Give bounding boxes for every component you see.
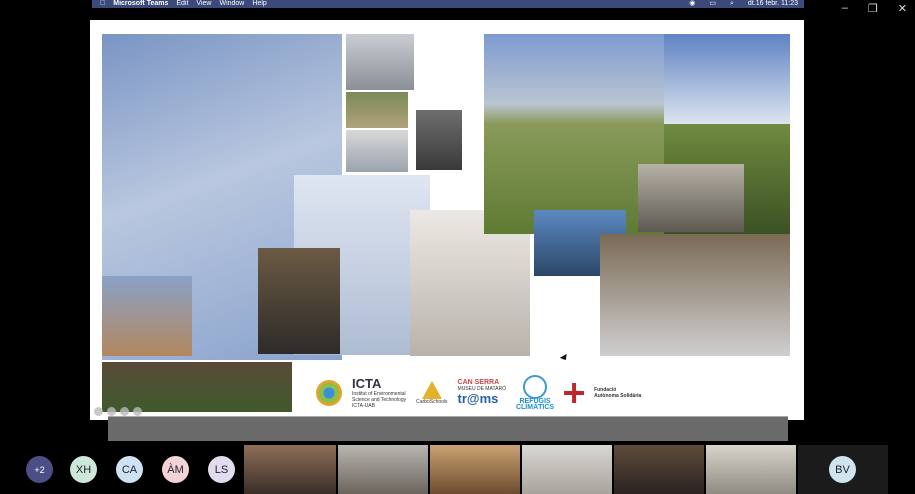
participant-avatar[interactable]: BV bbox=[829, 456, 856, 483]
icta-logo-icon bbox=[316, 380, 342, 406]
fundacio-logo: Fundació Autònoma Solidària bbox=[594, 387, 642, 399]
slide-dot-icon[interactable] bbox=[107, 407, 116, 416]
menubar-clock[interactable]: dt.16 febr. 11:23 bbox=[748, 0, 798, 8]
can-serra-logo: CAN SERRA MUSEU DE MATARÓ tr@ms bbox=[457, 379, 506, 406]
mac-menubar:  Microsoft Teams Edit View Window Help … bbox=[92, 0, 804, 8]
window-controls: – ❐ ✕ bbox=[842, 2, 907, 15]
photo-white-car bbox=[600, 234, 790, 356]
minimize-icon[interactable]: – bbox=[842, 2, 848, 15]
carboschools-logo: CarboSchools bbox=[416, 381, 448, 405]
apple-icon[interactable]:  bbox=[100, 0, 105, 8]
photo-thermo-display bbox=[346, 130, 408, 172]
logo-strip: ICTA Institut of Environmental Science a… bbox=[316, 372, 656, 414]
participant-video[interactable] bbox=[430, 445, 520, 494]
prev-slide-icon[interactable] bbox=[94, 407, 103, 416]
slide-dot-icon[interactable] bbox=[120, 407, 129, 416]
photo-birds-sky bbox=[664, 34, 790, 124]
restore-icon[interactable]: ❐ bbox=[868, 2, 878, 15]
menu-help[interactable]: Help bbox=[252, 0, 266, 8]
photo-tripod bbox=[416, 110, 462, 170]
participant-video[interactable] bbox=[706, 445, 796, 494]
participant-avatar[interactable]: LS bbox=[208, 456, 235, 483]
photo-indoor-sensor bbox=[258, 248, 340, 354]
menu-window[interactable]: Window bbox=[219, 0, 244, 8]
participant-video[interactable] bbox=[522, 445, 612, 494]
photo-garden-planting bbox=[102, 362, 292, 412]
triangle-icon bbox=[421, 381, 442, 399]
participant-video[interactable] bbox=[338, 445, 428, 494]
search-icon[interactable]: ⌕ bbox=[730, 0, 734, 8]
photo-drone bbox=[638, 164, 744, 232]
participant-avatar[interactable]: XH bbox=[70, 456, 97, 483]
participant-video[interactable] bbox=[614, 445, 704, 494]
next-slide-icon[interactable] bbox=[133, 407, 142, 416]
thermometer-icon bbox=[523, 375, 548, 399]
shared-slide: ICTA Institut of Environmental Science a… bbox=[90, 20, 804, 420]
more-participants-button[interactable]: +2 bbox=[26, 456, 53, 483]
horizontal-scrollbar[interactable] bbox=[108, 416, 788, 441]
fundacio-cross-icon bbox=[564, 383, 585, 403]
slide-navigation bbox=[94, 407, 142, 416]
participant-avatar[interactable]: CA bbox=[116, 456, 143, 483]
menu-app-name[interactable]: Microsoft Teams bbox=[113, 0, 168, 8]
menu-view[interactable]: View bbox=[196, 0, 211, 8]
photo-anemometer bbox=[346, 34, 414, 90]
participant-video[interactable] bbox=[244, 445, 336, 494]
close-icon[interactable]: ✕ bbox=[898, 2, 907, 15]
participant-avatar[interactable]: ÀM bbox=[162, 456, 189, 483]
icta-logo: ICTA Institut of Environmental Science a… bbox=[352, 376, 407, 410]
wifi-icon[interactable]: ◉ bbox=[689, 0, 695, 8]
refugis-climatics-logo: REFUGIS CLIMÀTICS bbox=[516, 375, 554, 411]
photo-hand-meter bbox=[346, 92, 408, 128]
menu-edit[interactable]: Edit bbox=[176, 0, 188, 8]
battery-icon[interactable]: ▭ bbox=[709, 0, 716, 8]
photo-field-drone bbox=[484, 34, 664, 234]
photo-building-sensor bbox=[102, 276, 192, 356]
